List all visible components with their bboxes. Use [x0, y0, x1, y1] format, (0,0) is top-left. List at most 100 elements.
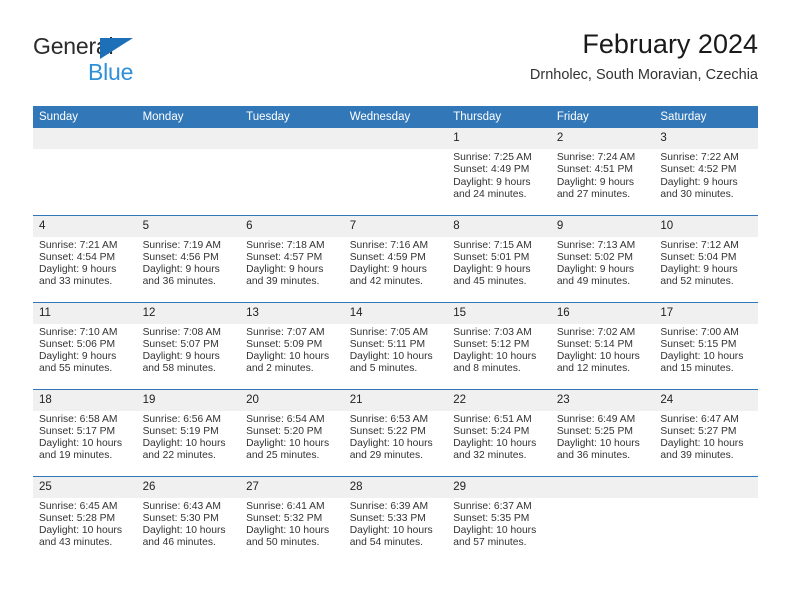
- daylight-text-line1: Daylight: 10 hours: [349, 438, 433, 450]
- day-cell[interactable]: 22 Sunrise: 6:51 AM Sunset: 5:24 PM Dayl…: [447, 388, 551, 476]
- day-number: 6: [240, 215, 344, 237]
- day-cell[interactable]: 17 Sunrise: 7:00 AM Sunset: 5:15 PM Dayl…: [654, 301, 758, 389]
- day-number: 22: [447, 389, 551, 411]
- daylight-text-line2: and 12 minutes.: [556, 363, 631, 375]
- sunset-text: Sunset: 5:17 PM: [39, 425, 116, 437]
- day-cell-empty: [654, 475, 758, 563]
- day-cell[interactable]: 23 Sunrise: 6:49 AM Sunset: 5:25 PM Dayl…: [550, 388, 655, 476]
- day-number: 3: [654, 128, 758, 149]
- day-details: Sunrise: 7:18 AM Sunset: 4:57 PM Dayligh…: [240, 237, 344, 289]
- day-cell[interactable]: 9 Sunrise: 7:13 AM Sunset: 5:02 PM Dayli…: [550, 214, 655, 302]
- day-cell-empty: [240, 128, 344, 215]
- day-details: Sunrise: 7:19 AM Sunset: 4:56 PM Dayligh…: [137, 237, 241, 289]
- daylight-text-line1: Daylight: 10 hours: [246, 438, 330, 450]
- day-number: 5: [136, 215, 241, 237]
- daylight-text-line1: Daylight: 10 hours: [660, 351, 744, 363]
- day-cell[interactable]: 26 Sunrise: 6:43 AM Sunset: 5:30 PM Dayl…: [136, 475, 241, 563]
- day-cell[interactable]: 19 Sunrise: 6:56 AM Sunset: 5:19 PM Dayl…: [136, 388, 241, 476]
- logo-text-blue: Blue: [88, 59, 134, 85]
- sunrise-text: Sunrise: 6:45 AM: [39, 500, 118, 512]
- daylight-text-line2: and 27 minutes.: [556, 188, 631, 200]
- day-cell[interactable]: 8 Sunrise: 7:15 AM Sunset: 5:01 PM Dayli…: [447, 214, 551, 302]
- day-cell-empty: [33, 128, 137, 215]
- sunrise-text: Sunrise: 7:03 AM: [453, 326, 532, 338]
- logo-text-general: General: [33, 34, 233, 59]
- sunrise-text: Sunrise: 7:21 AM: [39, 239, 118, 251]
- daylight-text-line1: Daylight: 10 hours: [246, 525, 330, 537]
- sunset-text: Sunset: 5:15 PM: [660, 338, 737, 350]
- day-details: Sunrise: 7:21 AM Sunset: 4:54 PM Dayligh…: [33, 237, 137, 289]
- daylight-text-line2: and 46 minutes.: [142, 537, 216, 549]
- sunrise-text: Sunrise: 7:18 AM: [246, 239, 325, 251]
- day-number: 9: [550, 215, 655, 237]
- day-number: [343, 128, 448, 149]
- daylight-text-line1: Daylight: 9 hours: [660, 176, 738, 188]
- daylight-text-line1: Daylight: 10 hours: [556, 438, 640, 450]
- daylight-text-line1: Daylight: 10 hours: [142, 438, 226, 450]
- sunset-text: Sunset: 5:09 PM: [246, 338, 323, 350]
- title-block: February 2024 Drnholec, South Moravian, …: [530, 28, 758, 84]
- day-details: Sunrise: 6:56 AM Sunset: 5:19 PM Dayligh…: [137, 411, 241, 463]
- day-cell[interactable]: 7 Sunrise: 7:16 AM Sunset: 4:59 PM Dayli…: [343, 214, 448, 302]
- sunset-text: Sunset: 5:27 PM: [660, 425, 737, 437]
- daylight-text-line1: Daylight: 9 hours: [453, 264, 531, 276]
- day-cell-empty: [343, 128, 448, 215]
- daylight-text-line1: Daylight: 10 hours: [246, 351, 330, 363]
- daylight-text-line2: and 25 minutes.: [246, 450, 320, 462]
- day-number: 10: [654, 215, 758, 237]
- day-cell[interactable]: 24 Sunrise: 6:47 AM Sunset: 5:27 PM Dayl…: [654, 388, 758, 476]
- sunrise-text: Sunrise: 6:47 AM: [660, 413, 739, 425]
- sunrise-text: Sunrise: 7:05 AM: [349, 326, 429, 338]
- day-cell[interactable]: 4 Sunrise: 7:21 AM Sunset: 4:54 PM Dayli…: [33, 214, 137, 302]
- day-number: 20: [240, 389, 344, 411]
- day-cell[interactable]: 1 Sunrise: 7:25 AM Sunset: 4:49 PM Dayli…: [447, 128, 551, 215]
- sunset-text: Sunset: 4:54 PM: [39, 251, 116, 263]
- day-details: Sunrise: 6:37 AM Sunset: 5:35 PM Dayligh…: [447, 498, 551, 550]
- day-number: 1: [447, 128, 551, 149]
- daylight-text-line2: and 33 minutes.: [39, 276, 113, 288]
- sunset-text: Sunset: 5:14 PM: [556, 338, 633, 350]
- day-cell[interactable]: 3 Sunrise: 7:22 AM Sunset: 4:52 PM Dayli…: [654, 128, 758, 215]
- day-details: Sunrise: 6:51 AM Sunset: 5:24 PM Dayligh…: [447, 411, 551, 463]
- day-number: 27: [240, 476, 344, 498]
- day-cell[interactable]: 27 Sunrise: 6:41 AM Sunset: 5:32 PM Dayl…: [240, 475, 344, 563]
- page-header: General Blue February 2024 Drnholec, Sou…: [33, 28, 758, 98]
- day-details: Sunrise: 7:12 AM Sunset: 5:04 PM Dayligh…: [654, 237, 758, 289]
- sunset-text: Sunset: 5:35 PM: [453, 512, 530, 524]
- sunrise-text: Sunrise: 6:41 AM: [246, 500, 325, 512]
- day-cell[interactable]: 29 Sunrise: 6:37 AM Sunset: 5:35 PM Dayl…: [447, 475, 551, 563]
- day-details: Sunrise: 7:03 AM Sunset: 5:12 PM Dayligh…: [447, 324, 551, 376]
- calendar-page: General Blue February 2024 Drnholec, Sou…: [0, 0, 792, 612]
- daylight-text-line2: and 54 minutes.: [349, 537, 423, 549]
- day-cell[interactable]: 16 Sunrise: 7:02 AM Sunset: 5:14 PM Dayl…: [550, 301, 655, 389]
- sunrise-text: Sunrise: 6:39 AM: [349, 500, 429, 512]
- daylight-text-line2: and 50 minutes.: [246, 537, 320, 549]
- day-details: Sunrise: 6:45 AM Sunset: 5:28 PM Dayligh…: [33, 498, 137, 550]
- day-details: Sunrise: 6:58 AM Sunset: 5:17 PM Dayligh…: [33, 411, 137, 463]
- day-cell[interactable]: 12 Sunrise: 7:08 AM Sunset: 5:07 PM Dayl…: [136, 301, 241, 389]
- day-cell[interactable]: 11 Sunrise: 7:10 AM Sunset: 5:06 PM Dayl…: [33, 301, 137, 389]
- day-cell[interactable]: 18 Sunrise: 6:58 AM Sunset: 5:17 PM Dayl…: [33, 388, 137, 476]
- daylight-text-line2: and 43 minutes.: [39, 537, 113, 549]
- day-cell[interactable]: 20 Sunrise: 6:54 AM Sunset: 5:20 PM Dayl…: [240, 388, 344, 476]
- day-number: 11: [33, 302, 137, 324]
- sunset-text: Sunset: 5:28 PM: [39, 512, 116, 524]
- day-cell[interactable]: 15 Sunrise: 7:03 AM Sunset: 5:12 PM Dayl…: [447, 301, 551, 389]
- day-cell[interactable]: 28 Sunrise: 6:39 AM Sunset: 5:33 PM Dayl…: [343, 475, 448, 563]
- sunrise-sunset-calendar-table: Sunday Monday Tuesday Wednesday Thursday…: [33, 106, 758, 563]
- day-cell[interactable]: 6 Sunrise: 7:18 AM Sunset: 4:57 PM Dayli…: [240, 214, 344, 302]
- page-title: February 2024: [582, 29, 758, 59]
- day-cell[interactable]: 13 Sunrise: 7:07 AM Sunset: 5:09 PM Dayl…: [240, 301, 344, 389]
- general-blue-logo[interactable]: General Blue: [33, 34, 233, 90]
- daylight-text-line1: Daylight: 9 hours: [660, 264, 738, 276]
- day-cell[interactable]: 2 Sunrise: 7:24 AM Sunset: 4:51 PM Dayli…: [550, 128, 655, 215]
- day-details: Sunrise: 7:15 AM Sunset: 5:01 PM Dayligh…: [447, 237, 551, 289]
- day-cell[interactable]: 10 Sunrise: 7:12 AM Sunset: 5:04 PM Dayl…: [654, 214, 758, 302]
- day-cell[interactable]: 14 Sunrise: 7:05 AM Sunset: 5:11 PM Dayl…: [343, 301, 448, 389]
- day-details: Sunrise: 7:10 AM Sunset: 5:06 PM Dayligh…: [33, 324, 137, 376]
- sunset-text: Sunset: 5:12 PM: [453, 338, 530, 350]
- day-cell[interactable]: 21 Sunrise: 6:53 AM Sunset: 5:22 PM Dayl…: [343, 388, 448, 476]
- day-cell[interactable]: 5 Sunrise: 7:19 AM Sunset: 4:56 PM Dayli…: [136, 214, 241, 302]
- daylight-text-line1: Daylight: 9 hours: [142, 351, 220, 363]
- day-cell[interactable]: 25 Sunrise: 6:45 AM Sunset: 5:28 PM Dayl…: [33, 475, 137, 563]
